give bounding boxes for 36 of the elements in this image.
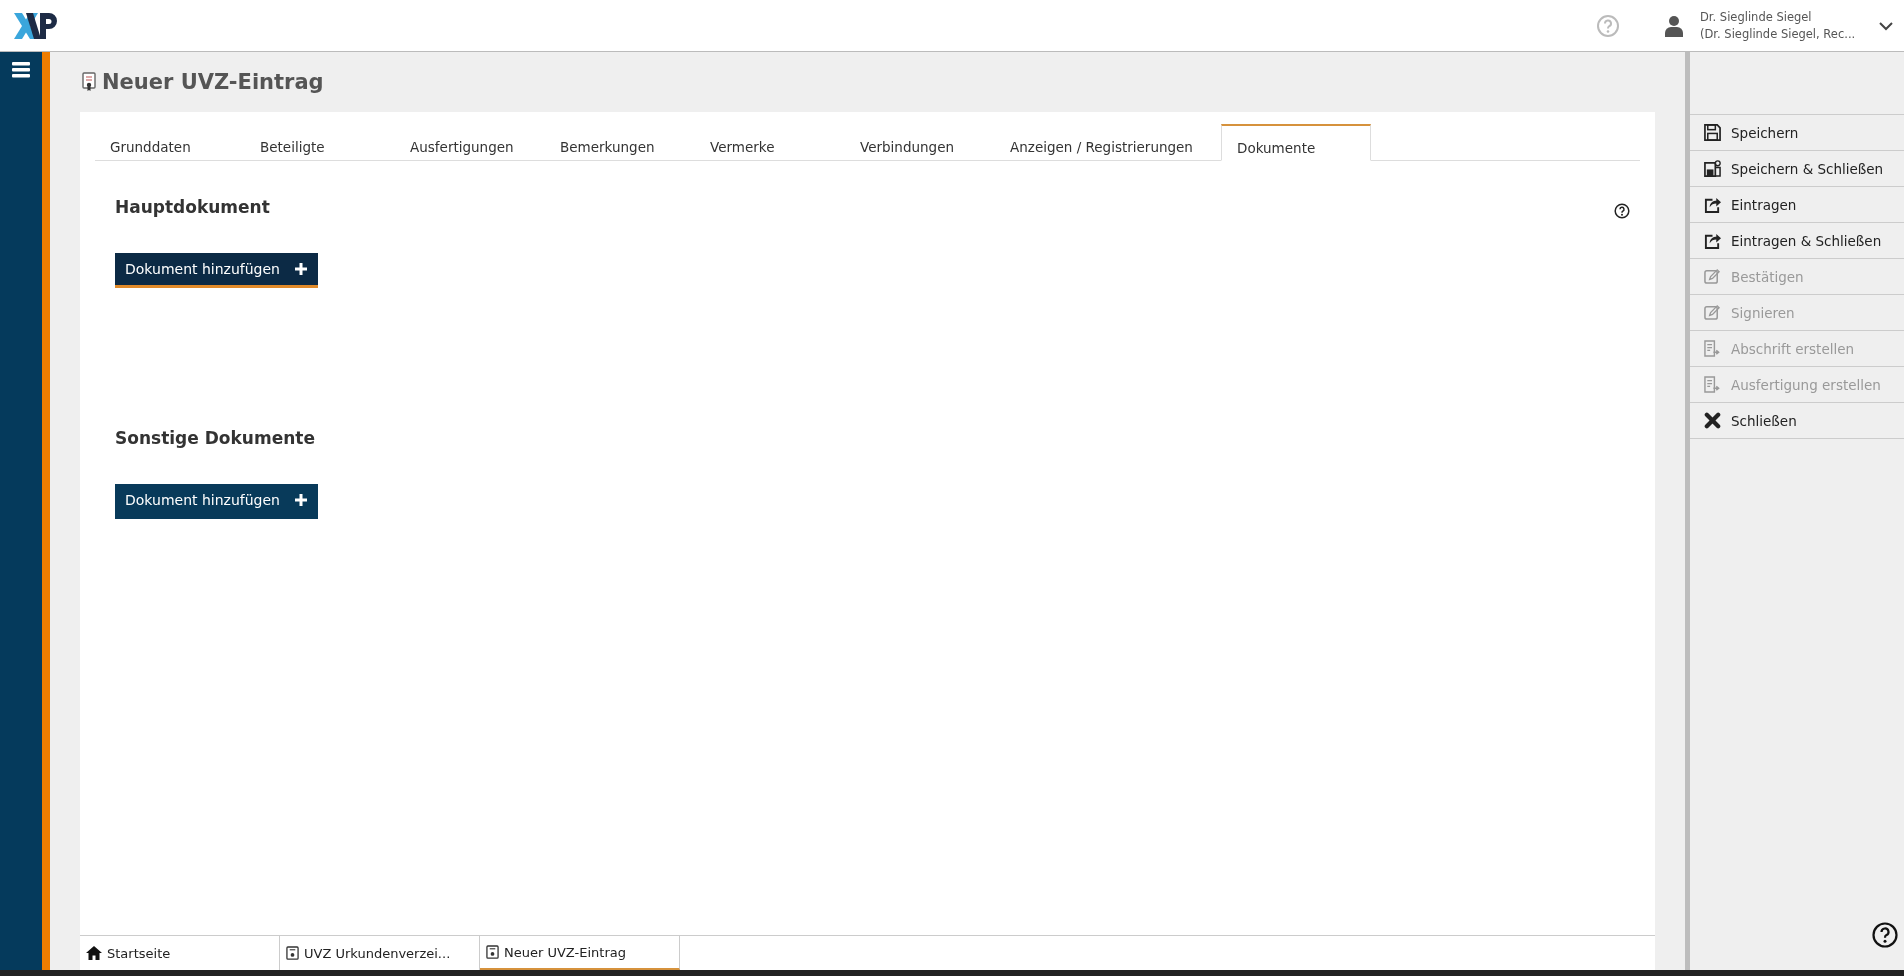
plus-icon — [294, 493, 308, 507]
section-heading: Hauptdokument — [115, 197, 270, 217]
share-icon — [1704, 232, 1721, 249]
close-icon — [1704, 412, 1721, 429]
document-icon — [486, 944, 499, 960]
edit-icon — [1704, 304, 1721, 321]
user-icon[interactable] — [1664, 14, 1684, 37]
floppy-disk-icon — [1704, 160, 1721, 177]
tab[interactable]: Grunddaten — [95, 124, 245, 160]
user-role: (Dr. Sieglinde Siegel, Rec... — [1700, 25, 1857, 43]
help-icon[interactable] — [1872, 922, 1898, 948]
help-icon[interactable] — [1614, 203, 1630, 219]
tab[interactable]: Bemerkungen — [545, 124, 695, 160]
tab[interactable]: Verbindungen — [845, 124, 995, 160]
share-icon — [1704, 196, 1721, 213]
page-tab[interactable]: Neuer UVZ-Eintrag — [480, 936, 680, 970]
document-icon — [286, 945, 299, 961]
document-icon — [82, 72, 96, 92]
document-arrow-icon — [1704, 376, 1721, 393]
add-document-button[interactable]: Dokument hinzufügen — [115, 484, 318, 519]
logo-icon — [12, 10, 60, 41]
chevron-down-icon[interactable] — [1878, 20, 1894, 31]
home-icon — [86, 946, 102, 960]
tab[interactable]: Anzeigen / Registrierungen — [995, 124, 1221, 160]
menu-icon[interactable] — [12, 62, 30, 78]
plus-icon — [294, 262, 308, 276]
user-name: Dr. Sieglinde Siegel — [1700, 8, 1813, 26]
section-heading: Sonstige Dokumente — [115, 428, 315, 448]
edit-icon — [1704, 268, 1721, 285]
tab[interactable]: Beteiligte — [245, 124, 395, 160]
tab[interactable]: Dokumente — [1221, 124, 1371, 161]
tab[interactable]: Vermerke — [695, 124, 845, 160]
page-title: Neuer UVZ-Eintrag — [102, 70, 324, 94]
document-arrow-icon — [1704, 340, 1721, 357]
add-document-button[interactable]: Dokument hinzufügen — [115, 253, 318, 288]
tab[interactable]: Ausfertigungen — [395, 124, 545, 160]
